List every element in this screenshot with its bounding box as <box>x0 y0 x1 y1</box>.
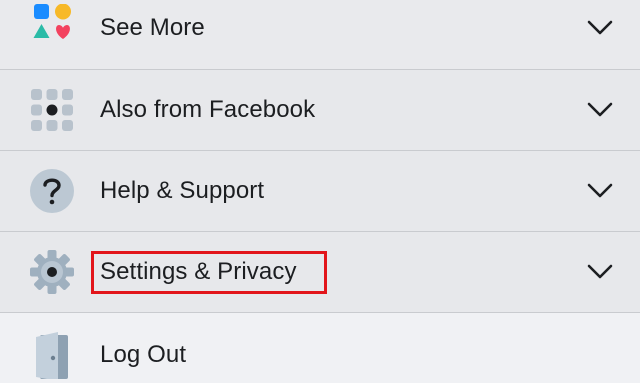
menu-item-help-support[interactable]: Help & Support <box>0 151 640 232</box>
question-mark-icon <box>30 169 74 213</box>
menu-item-see-more[interactable]: See More <box>0 0 640 70</box>
menu-item-label: Also from Facebook <box>100 96 316 123</box>
menu-item-label: Help & Support <box>100 177 265 204</box>
gear-icon <box>30 250 74 294</box>
settings-menu: See More Also from Facebook Help & Suppo <box>0 0 640 383</box>
app-grid-icon <box>31 89 73 131</box>
chevron-down-icon[interactable] <box>586 101 614 119</box>
chevron-down-icon[interactable] <box>586 182 614 200</box>
chevron-down-icon[interactable] <box>586 19 614 37</box>
menu-item-label: Log Out <box>100 341 187 368</box>
chevron-down-icon[interactable] <box>586 263 614 281</box>
highlight-box <box>91 251 327 294</box>
door-icon <box>36 332 68 379</box>
menu-item-log-out[interactable]: Log Out <box>0 313 640 383</box>
menu-item-also-from-facebook[interactable]: Also from Facebook <box>0 70 640 151</box>
shapes-icon <box>33 4 71 39</box>
menu-item-label: See More <box>100 14 205 41</box>
